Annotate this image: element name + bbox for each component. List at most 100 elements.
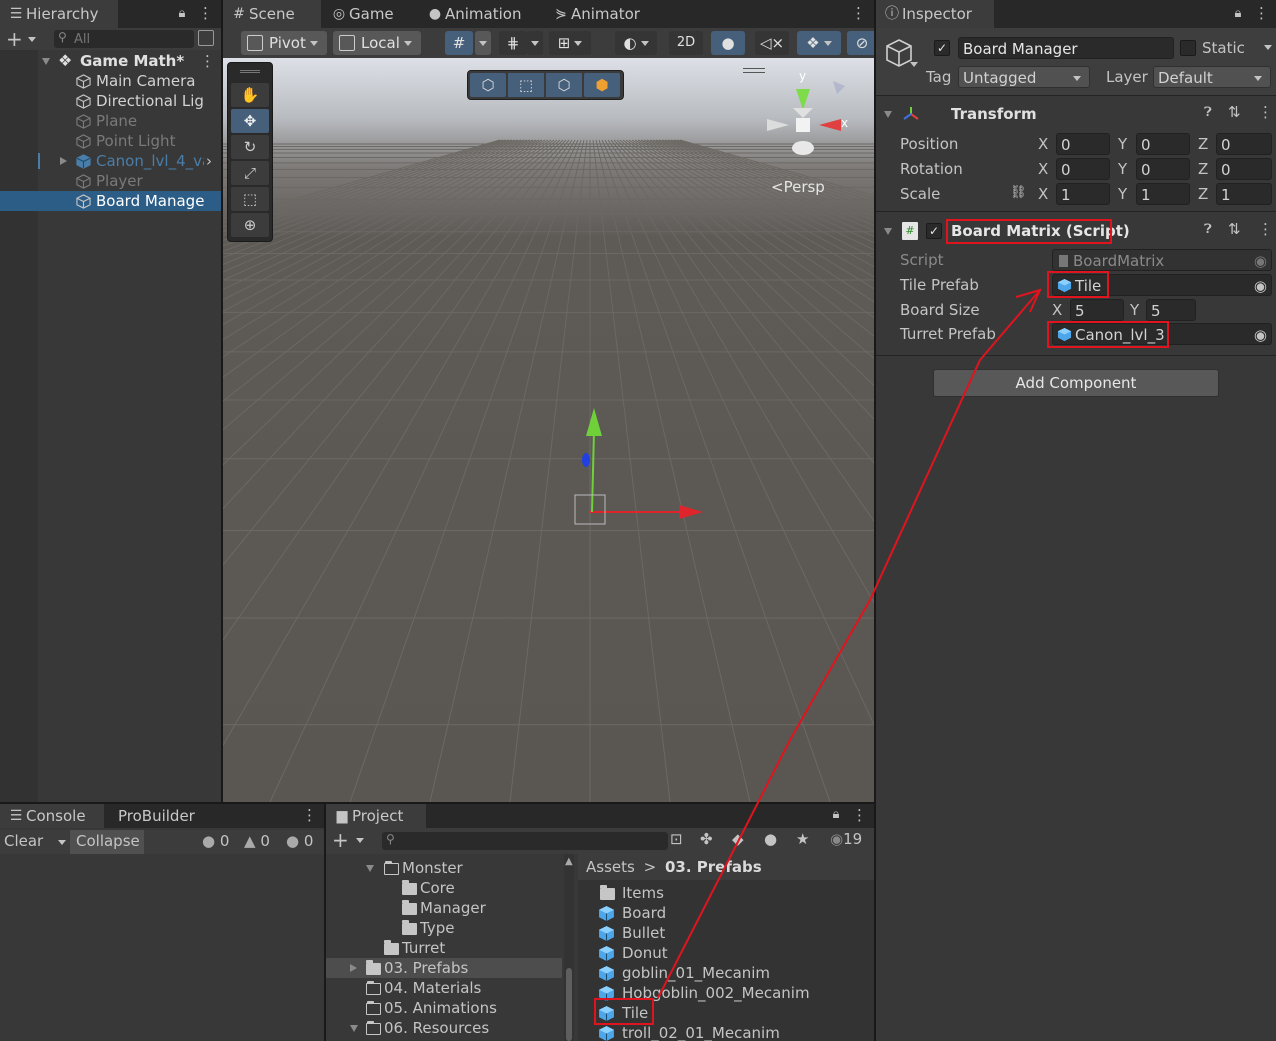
expand-arrow-icon[interactable] — [884, 111, 892, 118]
hierarchy-search[interactable]: ⚲ — [54, 30, 194, 48]
favorite-star-icon[interactable]: ★ — [796, 830, 809, 848]
view-cube-button[interactable]: ⬡ — [470, 73, 506, 97]
rotation-y-field[interactable]: 0 — [1136, 158, 1190, 180]
scale-y-field[interactable]: 1 — [1136, 183, 1190, 205]
object-name-field[interactable]: Board Manager — [958, 37, 1174, 59]
mode-2d-button[interactable]: 2D — [669, 31, 703, 55]
search-by-label-icon[interactable]: ✤ — [700, 830, 713, 848]
help-icon[interactable]: ❓︎ — [1204, 105, 1212, 120]
scene-visibility-icon[interactable] — [198, 30, 214, 46]
gizmo-center-cube[interactable] — [796, 118, 810, 132]
rotation-x-field[interactable]: 0 — [1056, 158, 1110, 180]
search-by-type-icon[interactable]: ⊡ — [670, 830, 683, 848]
ruler-snap-button[interactable]: ⊞ — [549, 31, 591, 55]
tab-animator[interactable]: ⋟ Animator — [545, 0, 655, 28]
grid-snap-button[interactable]: # — [445, 31, 473, 55]
chevron-down-icon[interactable] — [28, 37, 36, 42]
add-icon[interactable]: + — [332, 828, 349, 852]
scale-tool-button[interactable]: ⤢ — [231, 161, 269, 185]
console-log-area[interactable] — [0, 856, 324, 1041]
component-more-icon[interactable]: ⋮ — [1258, 103, 1273, 121]
expand-arrow-icon[interactable] — [42, 58, 50, 65]
object-picker-icon[interactable]: ◉ — [1254, 250, 1267, 270]
increment-snap-dropdown[interactable] — [527, 31, 543, 55]
grid-snap-dropdown[interactable] — [475, 31, 491, 55]
hierarchy-item[interactable]: Board Manager — [0, 191, 221, 211]
asset-item[interactable]: Board — [578, 903, 874, 923]
overlay-menu-handle[interactable] — [743, 68, 765, 73]
pivot-dropdown[interactable]: Pivot — [241, 31, 327, 55]
asset-item[interactable]: goblin_01_Mecanim — [578, 963, 874, 983]
tree-scrollbar-thumb[interactable] — [566, 968, 572, 1041]
component-enabled-checkbox[interactable]: ✓ — [926, 223, 942, 239]
preset-icon[interactable]: ⇅ — [1228, 103, 1241, 121]
hierarchy-item[interactable]: Directional Light — [0, 91, 221, 111]
chevron-down-icon[interactable] — [356, 838, 364, 843]
help-icon[interactable]: ❓︎ — [1204, 222, 1212, 237]
rotate-tool-button[interactable]: ↻ — [231, 135, 269, 159]
breadcrumb-assets[interactable]: Assets — [586, 858, 635, 876]
more-icon[interactable]: ⋮ — [852, 805, 867, 827]
hierarchy-item[interactable]: Main Camera — [0, 71, 221, 91]
more-icon[interactable]: ⋮ — [198, 3, 213, 25]
hierarchy-item[interactable]: › Canon_lvl_4_va — [0, 151, 221, 171]
folder-tree-item[interactable]: Core — [326, 878, 562, 898]
increment-snap-button[interactable]: ⋕ — [499, 31, 527, 55]
gizmo-z-axis[interactable] — [582, 453, 590, 467]
clear-options-icon[interactable] — [58, 840, 66, 845]
board-size-x-field[interactable]: 5 — [1070, 299, 1124, 321]
error-count-button[interactable]: ● 0 — [286, 832, 313, 850]
draw-mode-button[interactable]: ◐ — [615, 31, 657, 55]
clear-button[interactable]: Clear — [4, 832, 43, 850]
scroll-up-icon[interactable]: ▲ — [565, 856, 573, 867]
lighting-button[interactable]: ● — [711, 31, 745, 55]
scale-z-field[interactable]: 1 — [1216, 183, 1272, 205]
project-search-field[interactable]: ⚲ — [382, 832, 668, 850]
asset-item[interactable]: Tile — [578, 1003, 874, 1023]
scene-root-row[interactable]: ❖ Game Math* ⋮ — [0, 51, 221, 71]
static-checkbox[interactable] — [1180, 40, 1196, 56]
folder-tree-item[interactable]: 06. Resources — [326, 1018, 562, 1038]
folder-tree-item[interactable]: Monster — [326, 858, 562, 878]
board-size-y-field[interactable]: 5 — [1146, 299, 1196, 321]
component-more-icon[interactable]: ⋮ — [1258, 220, 1273, 238]
rotation-z-field[interactable]: 0 — [1216, 158, 1272, 180]
folder-tree-item[interactable]: Turret — [326, 938, 562, 958]
prefab-arrow-icon[interactable]: › — [206, 151, 212, 171]
tile-prefab-field[interactable]: Tile ◉ — [1052, 274, 1272, 296]
hierarchy-search-input[interactable] — [74, 30, 189, 48]
position-z-field[interactable]: 0 — [1216, 133, 1272, 155]
lock-icon[interactable]: 🔒︎ — [1230, 4, 1246, 24]
folder-tree-item[interactable]: 04. Materials — [326, 978, 562, 998]
tab-game[interactable]: ◎ Game — [323, 0, 419, 28]
gizmo-cone-x[interactable] — [819, 119, 841, 131]
position-y-field[interactable]: 0 — [1136, 133, 1190, 155]
expand-arrow-icon[interactable] — [884, 228, 892, 235]
asset-item[interactable]: Bullet — [578, 923, 874, 943]
rect-select-button[interactable]: ⬚ — [508, 73, 544, 97]
gizmo-cone-z[interactable] — [833, 81, 845, 94]
turret-prefab-field[interactable]: Canon_lvl_3 ◉ — [1052, 323, 1272, 345]
tab-probuilder[interactable]: ProBuilder — [92, 804, 202, 828]
expand-arrow-icon[interactable] — [350, 964, 357, 972]
gizmo-cone-negx[interactable] — [767, 119, 789, 131]
tab-project[interactable]: ▆ Project — [326, 804, 426, 828]
object-picker-icon[interactable]: ◉ — [1254, 324, 1267, 344]
scale-x-field[interactable]: 1 — [1056, 183, 1110, 205]
tab-scene[interactable]: # Scene — [223, 0, 321, 28]
hierarchy-item[interactable]: Plane — [0, 111, 221, 131]
hierarchy-item[interactable]: Point Light — [0, 131, 221, 151]
expand-arrow-icon[interactable] — [366, 865, 374, 872]
hand-tool-button[interactable]: ✋ — [231, 83, 269, 107]
gizmo-y-arrow[interactable] — [586, 408, 602, 436]
visibility-button[interactable]: ⊘ — [847, 31, 874, 55]
asset-item[interactable]: Donut — [578, 943, 874, 963]
rect-tool-button[interactable]: ⬚ — [231, 187, 269, 211]
more-icon[interactable]: ⋮ — [1254, 3, 1269, 25]
alert-icon[interactable]: ● — [764, 830, 777, 848]
hierarchy-item[interactable]: Player — [0, 171, 221, 191]
expand-arrow-icon[interactable] — [350, 1025, 358, 1032]
position-x-field[interactable]: 0 — [1056, 133, 1110, 155]
audio-mute-button[interactable]: ◁× — [755, 31, 789, 55]
info-count-button[interactable]: ● 0 — [202, 832, 229, 850]
